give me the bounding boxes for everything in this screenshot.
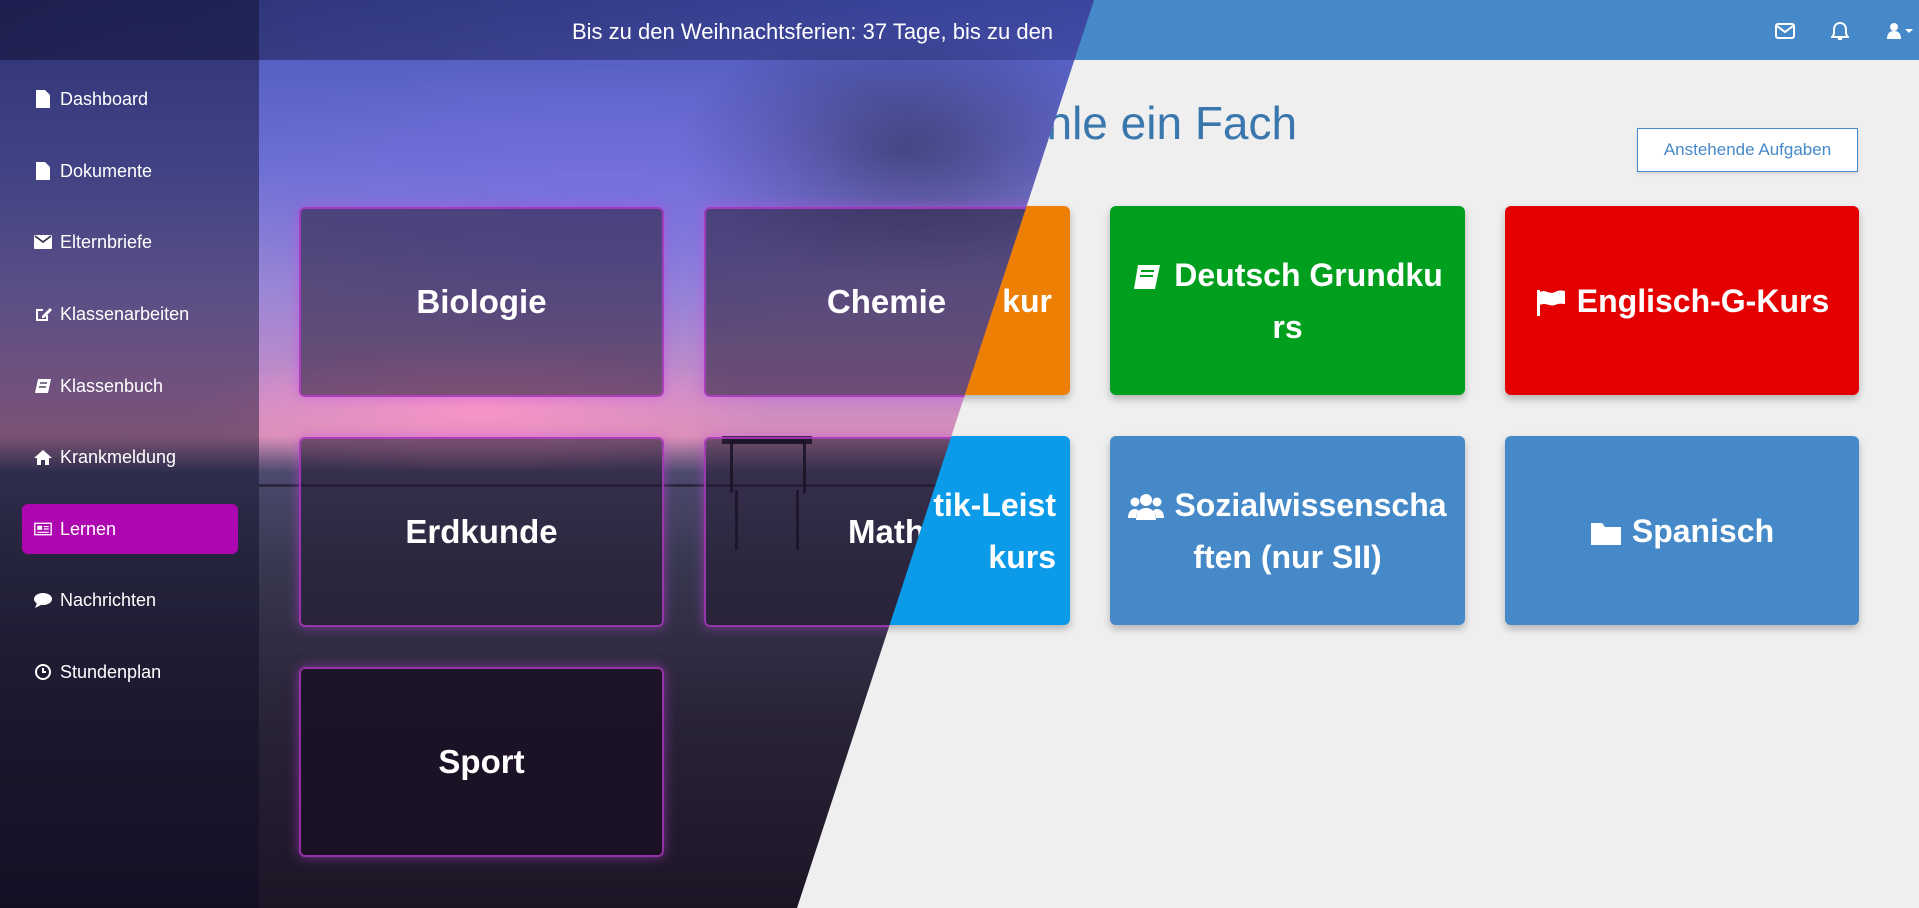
subject-card-label: Biologie: [416, 283, 547, 320]
subject-card-label: Spanisch: [1631, 512, 1775, 549]
sidebar-item-dashboard[interactable]: Dashboard: [22, 74, 238, 124]
sidebar-item-label: Lernen: [60, 518, 117, 539]
subject-card-sozialwissenschaften[interactable]: Sozialwissenscha ften (nur SII): [1110, 436, 1465, 625]
upcoming-tasks-button[interactable]: Anstehende Aufgaben: [1637, 128, 1858, 172]
sidebar-item-nachrichten[interactable]: Nachrichten: [22, 575, 238, 625]
subject-card-biologie[interactable]: Biologie: [299, 207, 664, 397]
book-icon: [34, 377, 52, 395]
sidebar-item-lernen[interactable]: Lernen: [22, 504, 238, 554]
sidebar-item-label: Klassenbuch: [60, 375, 164, 396]
flag-icon: [1535, 288, 1567, 318]
subject-card-label: Sozialwissenscha ften (nur SII): [1174, 486, 1447, 575]
sidebar-item-elternbriefe[interactable]: Elternbriefe: [22, 217, 238, 267]
subject-card-spanisch[interactable]: Spanisch: [1505, 436, 1859, 625]
folder-icon: [1590, 519, 1622, 547]
edit-icon: [34, 305, 52, 323]
subject-card-label: kur: [1002, 282, 1052, 319]
sidebar-item-label: Klassenarbeiten: [60, 303, 190, 324]
subject-card-label: Erdkunde: [405, 513, 558, 550]
sidebar-item-dokumente[interactable]: Dokumente: [22, 146, 238, 196]
bell-icon[interactable]: [1829, 20, 1851, 42]
holiday-countdown: Bis zu den Weihnachtsferien: 37 Tage, bi…: [572, 19, 1054, 44]
sidebar-item-klassenbuch[interactable]: Klassenbuch: [22, 361, 238, 411]
subject-card-label: Chemie: [826, 283, 947, 320]
subject-card-label: Sport: [438, 743, 525, 780]
sidebar-item-klassenarbeiten[interactable]: Klassenarbeiten: [22, 289, 238, 339]
sidebar-item-label: Dokumente: [60, 160, 153, 181]
sidebar-item-label: Krankmeldung: [60, 446, 177, 467]
users-icon: [1128, 492, 1165, 522]
file-icon: [34, 90, 52, 108]
newspaper-icon: [34, 520, 52, 538]
subject-card-erdkunde[interactable]: Erdkunde: [299, 437, 664, 627]
mail-icon[interactable]: [1774, 20, 1796, 42]
subject-card-label: Math: [848, 513, 925, 550]
subject-card-label: Deutsch Grundku rs: [1174, 256, 1443, 345]
envelope-icon: [34, 233, 52, 251]
subject-card-deutsch[interactable]: Deutsch Grundku rs: [1110, 206, 1465, 395]
subject-card-label: Englisch-G-Kurs: [1576, 282, 1830, 319]
file-icon: [34, 162, 52, 180]
clock-icon: [34, 663, 52, 681]
comment-icon: [34, 591, 52, 609]
sidebar-item-stundenplan[interactable]: Stundenplan: [22, 647, 238, 697]
sidebar-item-krankmeldung[interactable]: Krankmeldung: [22, 432, 238, 482]
subject-card-sport[interactable]: Sport: [299, 667, 664, 857]
sidebar-item-label: Nachrichten: [60, 589, 157, 610]
sidebar-item-label: Dashboard: [60, 88, 149, 109]
book-icon: [1132, 262, 1164, 292]
subject-card-englisch[interactable]: Englisch-G-Kurs: [1505, 206, 1859, 395]
user-menu-icon[interactable]: [1886, 20, 1916, 42]
sidebar-item-label: Stundenplan: [60, 661, 162, 682]
sidebar-header: [0, 0, 259, 60]
sidebar-item-label: Elternbriefe: [60, 231, 153, 252]
home-icon: [34, 448, 52, 466]
